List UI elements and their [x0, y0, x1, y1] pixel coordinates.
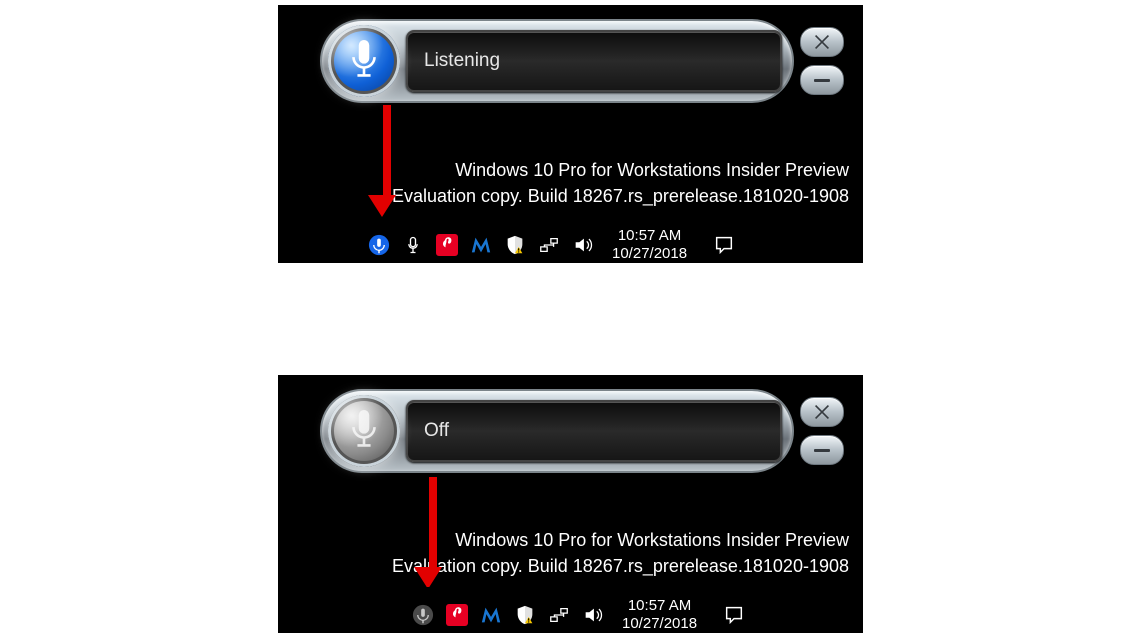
tray-action-center-icon[interactable] — [713, 234, 735, 256]
watermark-line1: Windows 10 Pro for Workstations Insider … — [392, 527, 849, 553]
tray-pinterest-icon[interactable] — [446, 604, 468, 626]
speech-mic-button-active[interactable] — [328, 25, 400, 97]
speech-status-display: Listening — [406, 30, 782, 92]
watermark-line1: Windows 10 Pro for Workstations Insider … — [392, 157, 849, 183]
tray-sound-icon[interactable] — [572, 234, 594, 256]
tray-microphone-app-icon[interactable] — [402, 234, 424, 256]
speech-minimize-button[interactable] — [800, 65, 844, 95]
speech-close-button[interactable] — [800, 27, 844, 57]
tray-clock[interactable]: 10:57 AM 10/27/2018 — [612, 227, 687, 263]
tray-network-icon[interactable] — [538, 234, 560, 256]
tray-speech-icon-active[interactable] — [368, 234, 390, 256]
speech-recognition-bar: Off — [320, 389, 794, 473]
tray-clock[interactable]: 10:57 AM 10/27/2018 — [622, 597, 697, 633]
tray-action-center-icon[interactable] — [723, 604, 745, 626]
tray-speech-icon-inactive[interactable] — [412, 604, 434, 626]
speech-minimize-button[interactable] — [800, 435, 844, 465]
screenshot-listening: Listening Windows 10 Pro for Workstation… — [278, 5, 863, 263]
tray-date: 10/27/2018 — [622, 615, 697, 633]
tray-sound-icon[interactable] — [582, 604, 604, 626]
taskbar: 10:57 AM 10/27/2018 — [278, 587, 863, 633]
watermark-line2: Evaluation copy. Build 18267.rs_prerelea… — [392, 553, 849, 579]
tray-security-warning-icon[interactable] — [504, 234, 526, 256]
tray-time: 10:57 AM — [612, 227, 687, 245]
screenshot-off: Off Windows 10 Pro for Workstations Insi… — [278, 375, 863, 633]
tray-malwarebytes-icon[interactable] — [480, 604, 502, 626]
speech-status-display: Off — [406, 400, 782, 462]
taskbar: 10:57 AM 10/27/2018 — [278, 217, 863, 263]
speech-status-text: Off — [424, 420, 449, 442]
tray-security-warning-icon[interactable] — [514, 604, 536, 626]
annotation-arrow — [424, 477, 442, 589]
tray-time: 10:57 AM — [622, 597, 697, 615]
watermark-line2: Evaluation copy. Build 18267.rs_prerelea… — [392, 183, 849, 209]
tray-malwarebytes-icon[interactable] — [470, 234, 492, 256]
speech-recognition-bar: Listening — [320, 19, 794, 103]
speech-close-button[interactable] — [800, 397, 844, 427]
speech-status-text: Listening — [424, 50, 500, 72]
speech-mic-button-inactive[interactable] — [328, 395, 400, 467]
tray-date: 10/27/2018 — [612, 245, 687, 263]
annotation-arrow — [378, 105, 396, 217]
tray-network-icon[interactable] — [548, 604, 570, 626]
tray-pinterest-icon[interactable] — [436, 234, 458, 256]
